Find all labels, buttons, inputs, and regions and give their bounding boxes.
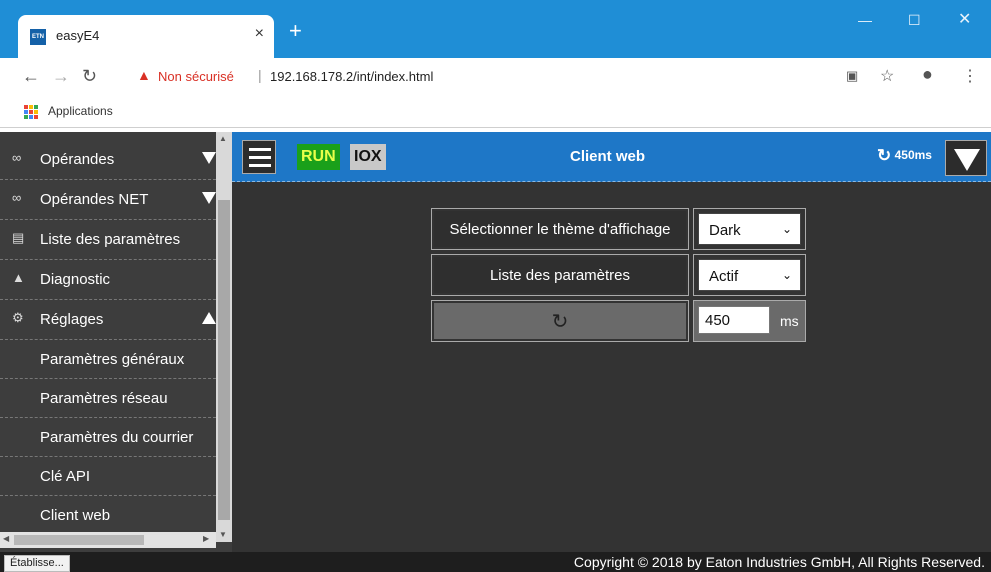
browser-tab[interactable]: ETN easyE4 ×	[18, 15, 274, 58]
main-panel: RUN IOX Client web ↻ 450ms Sélectionner …	[232, 132, 991, 552]
refresh-interval-cell: ms	[693, 300, 806, 342]
dropdown-menu-button[interactable]	[945, 140, 987, 176]
triangle-down-icon	[954, 149, 980, 171]
sidebar: ∞ Opérandes ∞ Opérandes NET ▤ Liste des …	[0, 132, 232, 552]
sidebar-item-operandes-net[interactable]: ∞ Opérandes NET	[0, 180, 216, 220]
tab-close-icon[interactable]: ×	[255, 25, 264, 43]
infinity-icon: ∞	[12, 150, 22, 165]
back-arrow-icon[interactable]: ←	[22, 66, 40, 87]
sidebar-subitem-label: Paramètres réseau	[40, 390, 168, 407]
theme-select-cell: Dark ⌄	[693, 208, 806, 250]
new-tab-button[interactable]: +	[289, 20, 302, 42]
sidebar-subitem-label: Paramètres du courrier	[40, 429, 194, 446]
chevron-down-icon: ⌄	[781, 268, 792, 282]
gear-icon: ⚙	[12, 310, 24, 325]
list-icon: ▤	[12, 230, 25, 245]
infinity-icon: ∞	[12, 190, 22, 205]
minimize-icon[interactable]: —	[858, 12, 872, 28]
refresh-icon: ↻	[551, 310, 569, 333]
account-icon[interactable]: ●	[922, 64, 933, 85]
url-separator: |	[258, 67, 262, 83]
refresh-rate-indicator: ↻ 450ms	[877, 146, 932, 166]
refresh-button-cell[interactable]: ↻	[431, 300, 689, 342]
sidebar-subitem-label: Paramètres généraux	[40, 351, 185, 368]
sidebar-item-diagnostic[interactable]: ▲ Diagnostic	[0, 260, 216, 300]
theme-select-value: Dark	[709, 222, 741, 239]
sidebar-item-label: Opérandes	[40, 151, 115, 168]
theme-select[interactable]: Dark ⌄	[698, 213, 801, 245]
scroll-left-icon[interactable]: ◀	[3, 534, 9, 543]
top-bar: RUN IOX Client web ↻ 450ms	[232, 132, 991, 182]
reload-icon[interactable]: ↻	[82, 66, 97, 87]
refresh-rate-label: 450ms	[894, 148, 932, 163]
sidebar-item-label: Diagnostic	[40, 271, 111, 288]
sidebar-subitem-label: Clé API	[40, 468, 91, 485]
sidebar-vertical-scrollbar[interactable]: ▲ ▼	[216, 132, 232, 542]
refresh-interval-input[interactable]	[698, 306, 770, 334]
page-title: Client web	[570, 148, 646, 165]
caret-up-icon	[202, 312, 216, 324]
run-status-badge: RUN	[297, 144, 340, 170]
tab-title: easyE4	[56, 28, 100, 43]
menu-dots-icon[interactable]: ⋮	[962, 66, 978, 86]
translate-icon[interactable]: ▣	[846, 68, 858, 84]
sidebar-item-param-list[interactable]: ▤ Liste des paramètres	[0, 220, 216, 260]
param-list-label: Liste des paramètres	[434, 257, 686, 293]
theme-label: Sélectionner le thème d'affichage	[434, 211, 686, 247]
browser-status-text: Établisse...	[4, 555, 70, 572]
scroll-thumb[interactable]	[14, 535, 144, 545]
theme-label-cell: Sélectionner le thème d'affichage	[431, 208, 689, 250]
iox-status-badge: IOX	[350, 144, 386, 170]
forward-arrow-icon[interactable]: →	[52, 66, 70, 87]
caret-down-icon	[202, 192, 216, 204]
refresh-icon: ↻	[877, 146, 892, 165]
app-area: ∞ Opérandes ∞ Opérandes NET ▤ Liste des …	[0, 132, 991, 552]
param-list-label-cell: Liste des paramètres	[431, 254, 689, 296]
scroll-thumb[interactable]	[218, 200, 230, 520]
refresh-button[interactable]: ↻	[434, 303, 686, 339]
apps-grid-icon[interactable]	[24, 105, 38, 119]
sidebar-subitem-mail[interactable]: Paramètres du courrier	[0, 418, 216, 457]
param-list-select-cell: Actif ⌄	[693, 254, 806, 296]
warning-icon: ▲	[137, 67, 151, 83]
star-icon[interactable]: ☆	[880, 66, 894, 86]
insecure-label[interactable]: Non sécurisé	[158, 69, 234, 84]
sidebar-item-reglages[interactable]: ⚙ Réglages	[0, 300, 216, 340]
bookmarks-bar: Applications	[0, 96, 991, 128]
eaton-favicon-icon: ETN	[30, 29, 46, 45]
sidebar-subitem-network[interactable]: Paramètres réseau	[0, 379, 216, 418]
hamburger-menu-button[interactable]	[242, 140, 276, 174]
sidebar-subitem-label: Client web	[40, 507, 111, 524]
sidebar-horizontal-scrollbar[interactable]: ◀ ▶	[0, 532, 216, 548]
scroll-down-icon[interactable]: ▼	[219, 530, 227, 539]
maximize-icon[interactable]: ☐	[908, 12, 921, 29]
sidebar-subitem-api-key[interactable]: Clé API	[0, 457, 216, 496]
scroll-right-icon[interactable]: ▶	[203, 534, 209, 543]
address-bar: ← → ↻ ▲ Non sécurisé | 192.168.178.2/int…	[0, 58, 991, 96]
chevron-down-icon: ⌄	[781, 222, 792, 236]
copyright-text: Copyright © 2018 by Eaton Industries Gmb…	[573, 554, 985, 570]
sidebar-item-label: Opérandes NET	[40, 191, 149, 208]
caret-down-icon	[202, 152, 216, 164]
footer: Établisse... Copyright © 2018 by Eaton I…	[0, 552, 991, 572]
param-list-select[interactable]: Actif ⌄	[698, 259, 801, 291]
sidebar-item-label: Réglages	[40, 311, 104, 328]
browser-titlebar: ETN easyE4 × + — ☐ ✕	[0, 0, 991, 58]
sidebar-item-operandes[interactable]: ∞ Opérandes	[0, 140, 216, 180]
sidebar-subitem-general[interactable]: Paramètres généraux	[0, 340, 216, 379]
refresh-interval-unit: ms	[780, 313, 799, 329]
url-field[interactable]: 192.168.178.2/int/index.html	[270, 69, 433, 84]
param-list-select-value: Actif	[709, 268, 739, 285]
sidebar-item-label: Liste des paramètres	[40, 231, 181, 248]
window-close-icon[interactable]: ✕	[958, 9, 971, 29]
scroll-up-icon[interactable]: ▲	[219, 134, 227, 143]
sidebar-subitem-web-client[interactable]: Client web	[0, 496, 216, 535]
warning-icon: ▲	[12, 270, 25, 285]
apps-bookmark[interactable]: Applications	[48, 104, 113, 118]
